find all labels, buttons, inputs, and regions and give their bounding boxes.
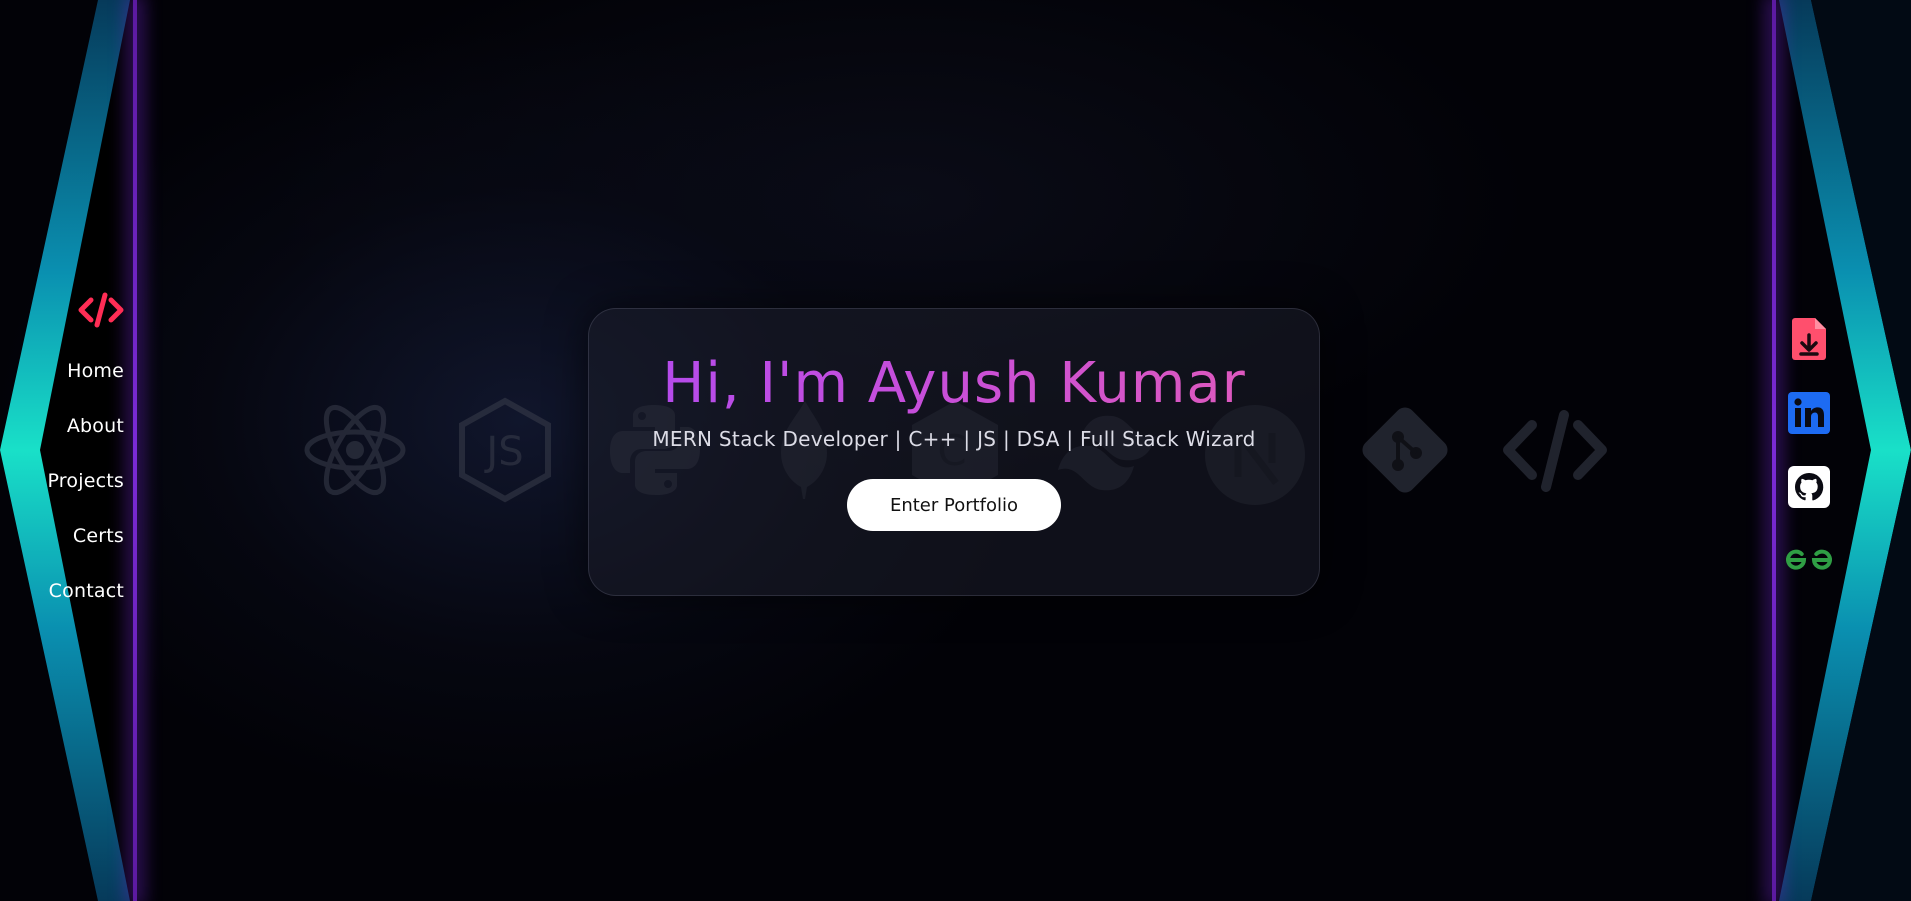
linkedin-icon: [1788, 392, 1830, 434]
git-icon: [1362, 407, 1448, 493]
hero-card: Hi, I'm Ayush Kumar MERN Stack Developer…: [588, 308, 1320, 596]
geeksforgeeks-link[interactable]: [1786, 538, 1832, 584]
svg-text:JS: JS: [483, 429, 523, 475]
nav-item-home[interactable]: Home: [67, 344, 124, 399]
linkedin-link[interactable]: [1786, 390, 1832, 436]
resume-download-icon: [1792, 318, 1826, 360]
social-links: [1783, 316, 1835, 612]
right-glow-rail: [1772, 0, 1776, 901]
nav-item-contact[interactable]: Contact: [49, 564, 124, 619]
geeksforgeeks-icon: [1786, 549, 1832, 570]
react-icon: [304, 404, 406, 496]
hero-headline: Hi, I'm Ayush Kumar: [589, 349, 1319, 419]
landing-page: JS C: [0, 0, 1911, 901]
nodejs-icon: JS: [459, 397, 551, 503]
left-glow-rail: [133, 0, 137, 901]
github-link[interactable]: [1786, 464, 1832, 510]
code-tag-icon[interactable]: [78, 290, 124, 330]
nav-item-certs[interactable]: Certs: [73, 509, 124, 564]
nav-item-about[interactable]: About: [67, 399, 124, 454]
enter-portfolio-button[interactable]: Enter Portfolio: [847, 479, 1061, 531]
hero-tagline: MERN Stack Developer | C++ | JS | DSA | …: [652, 427, 1256, 451]
github-icon: [1788, 466, 1830, 508]
side-nav: Home About Projects Certs Contact: [0, 290, 124, 619]
code-icon: [1503, 410, 1607, 492]
resume-download-link[interactable]: [1786, 316, 1832, 362]
nav-item-projects[interactable]: Projects: [47, 454, 124, 509]
